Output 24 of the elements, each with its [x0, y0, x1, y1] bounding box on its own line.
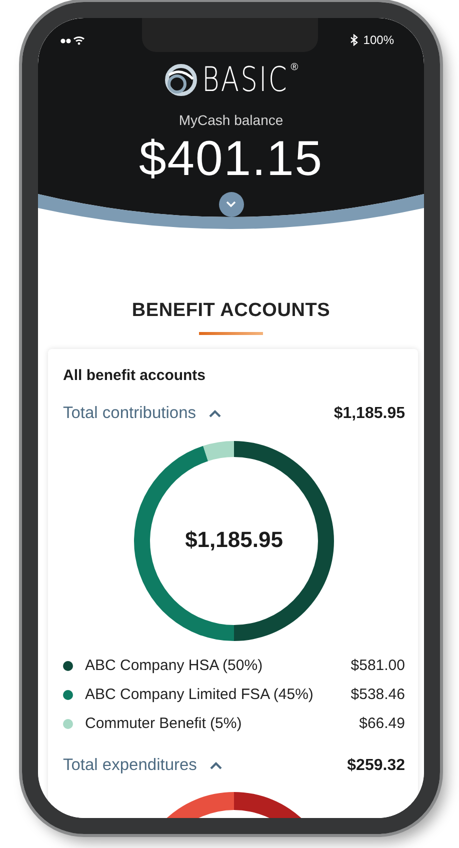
- legend-amount: $538.46: [350, 686, 405, 703]
- legend-amount: $66.49: [359, 715, 405, 732]
- bluetooth-icon: [350, 34, 358, 46]
- section-title: BENEFIT ACCOUNTS: [130, 300, 332, 322]
- card-title: All benefit accounts: [63, 367, 207, 384]
- contributions-total: $1,185.95: [334, 404, 405, 422]
- chevron-down-icon: [226, 201, 236, 208]
- chevron-up-icon: [208, 409, 222, 418]
- donut-center-amount: $1,185.95: [184, 527, 284, 553]
- legend-amount: $581.00: [350, 657, 405, 674]
- registered-mark: ®: [290, 62, 298, 73]
- title-underline: [199, 332, 263, 335]
- balance-label: MyCash balance: [178, 112, 284, 128]
- legend-label: ABC Company Limited FSA (45%): [85, 686, 314, 703]
- chevron-up-icon: [208, 761, 223, 770]
- legend-label: ABC Company HSA (50%): [85, 657, 264, 674]
- logo-text: BASIC: [202, 60, 288, 100]
- battery-percentage: 100%: [363, 33, 394, 47]
- logo-swirl-icon: [164, 63, 198, 97]
- balance-amount: $401.15: [138, 131, 324, 188]
- legend-label: Commuter Benefit (5%): [85, 715, 243, 732]
- expenditures-toggle[interactable]: Total expenditures: [63, 756, 223, 775]
- expenditures-total: $259.32: [347, 756, 405, 774]
- contributions-toggle[interactable]: Total contributions: [63, 404, 222, 423]
